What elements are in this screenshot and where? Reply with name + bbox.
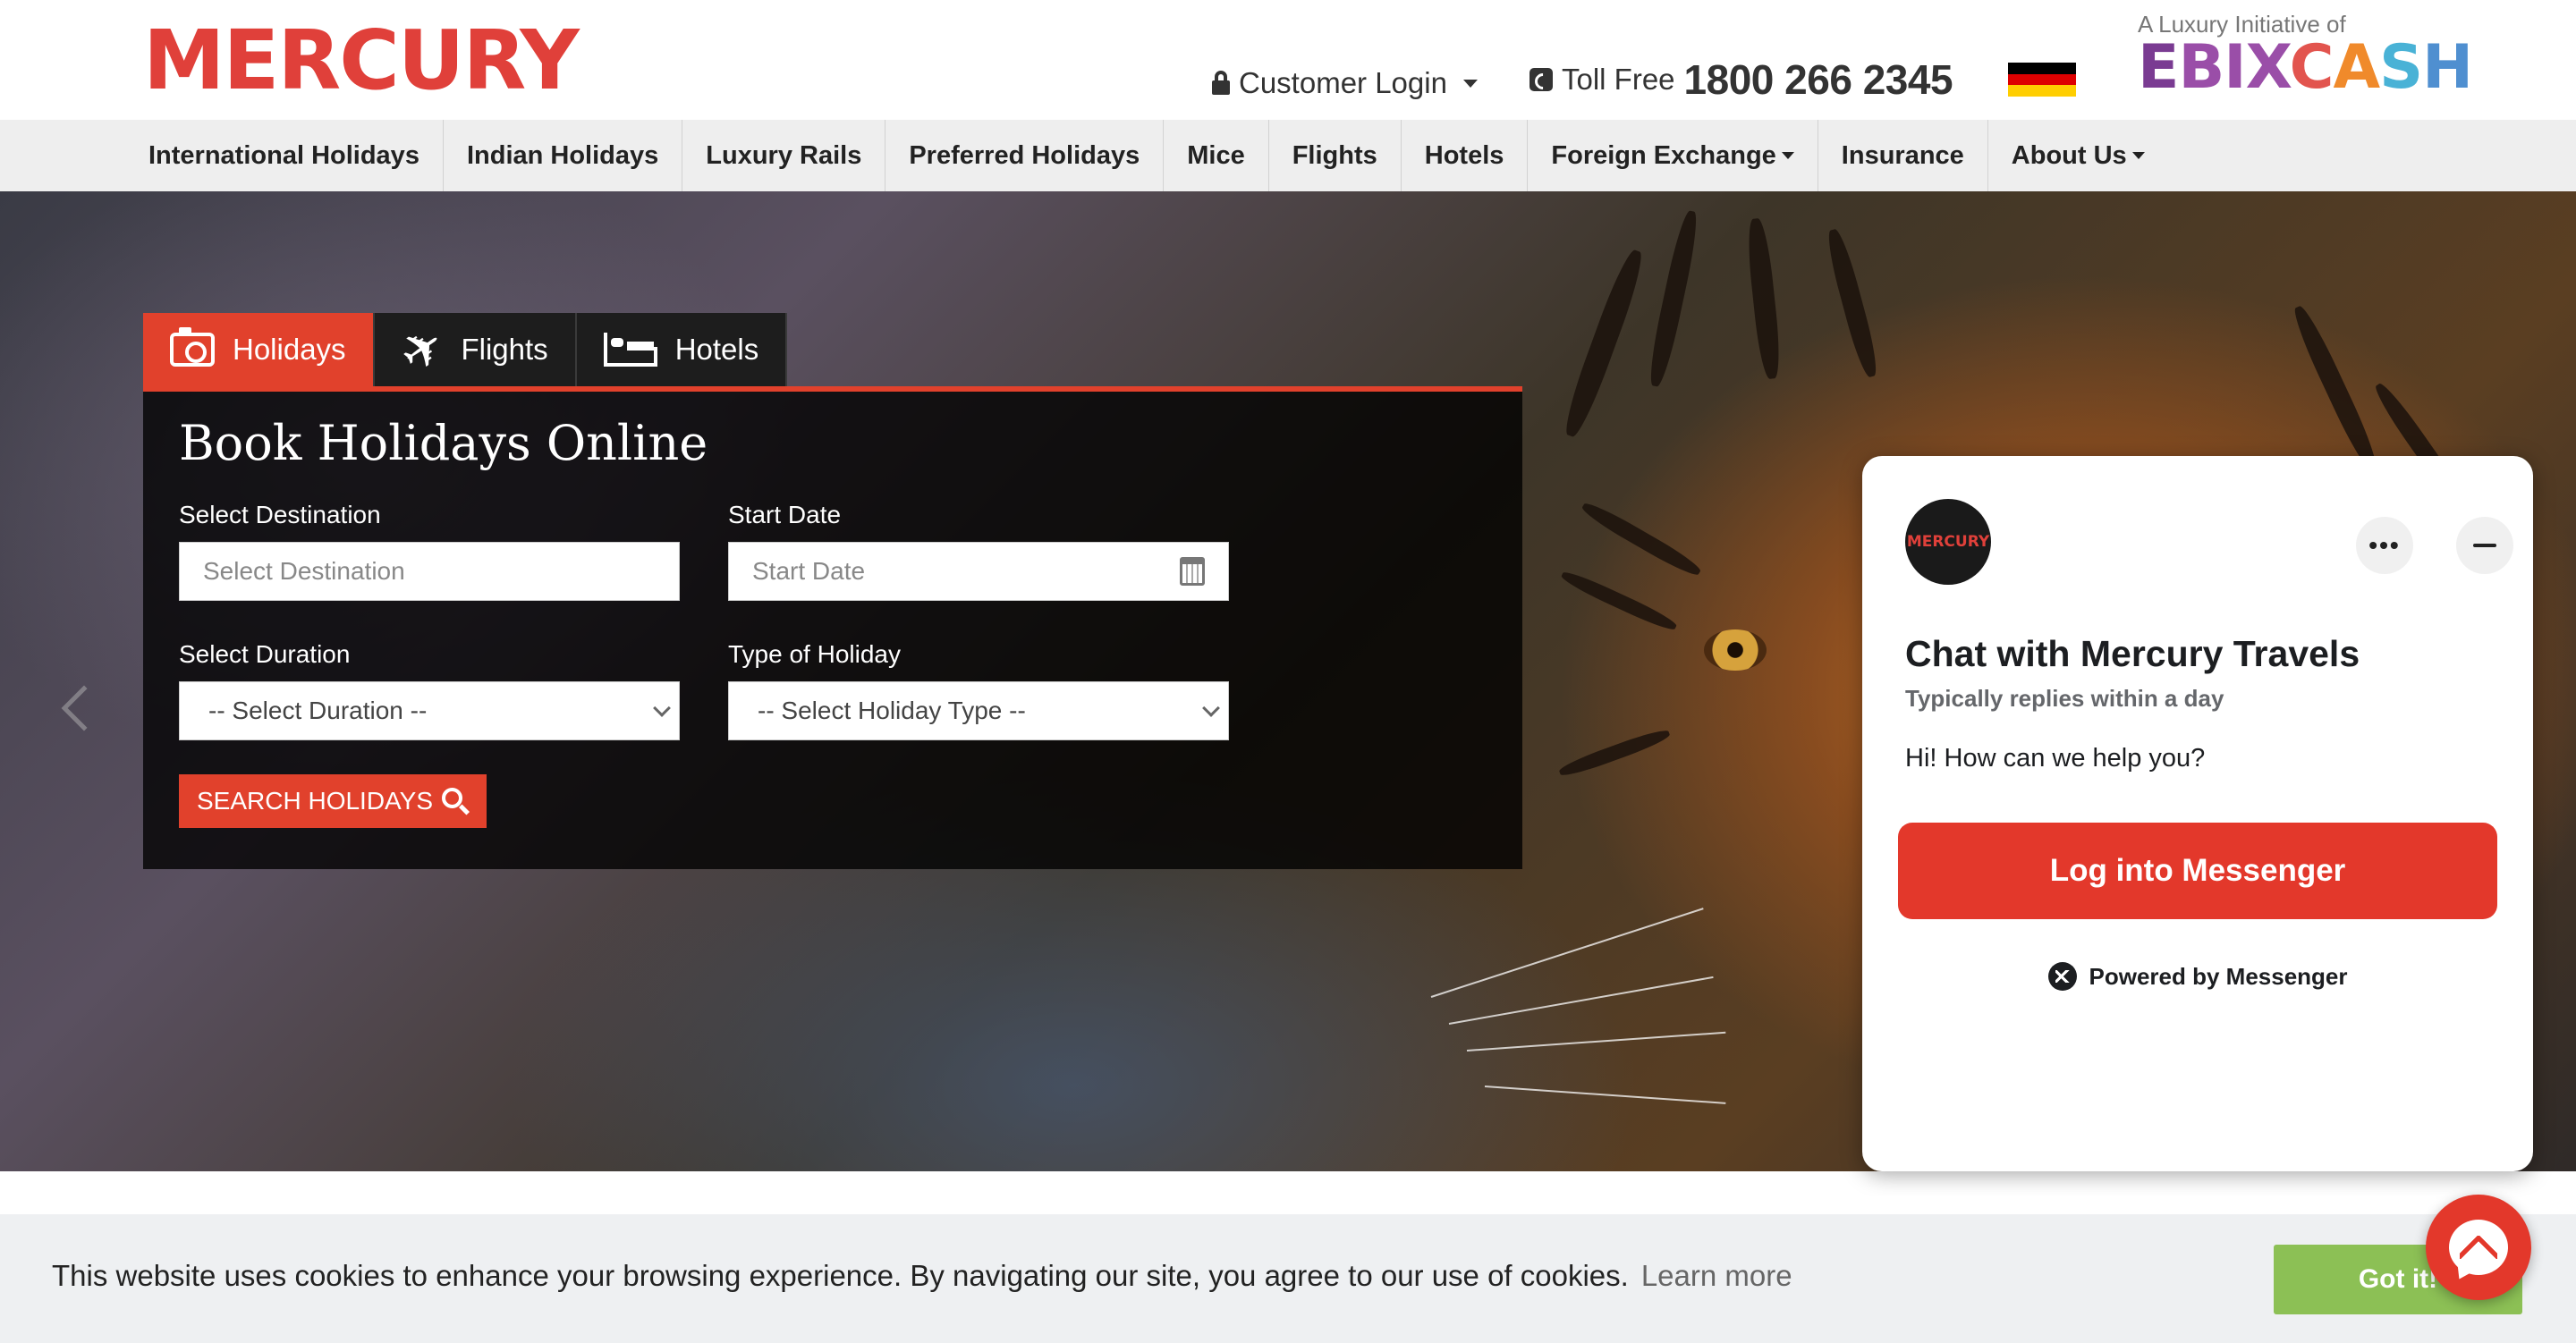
tab-holidays[interactable]: Holidays [143, 313, 375, 386]
chevron-down-icon [653, 699, 671, 717]
duration-label: Select Duration [179, 640, 351, 668]
tiger-stripe [1559, 568, 1679, 634]
camera-icon [170, 327, 215, 367]
toll-free-number[interactable]: 1800 266 2345 [1684, 55, 1953, 104]
nav-insurance[interactable]: Insurance [1818, 120, 1988, 191]
tiger-stripe [1559, 247, 1648, 440]
more-options-icon[interactable]: ••• [2356, 517, 2413, 574]
search-icon [442, 788, 470, 815]
tiger-stripe [2288, 302, 2383, 474]
whisker [1466, 1031, 1726, 1052]
tiger-stripe [1579, 498, 1704, 580]
ebixcash-logo[interactable]: EBIXCASH [2138, 38, 2473, 98]
chat-title: Chat with Mercury Travels [1905, 633, 2360, 674]
nav-about-us[interactable]: About Us [1988, 120, 2168, 191]
main-nav: International Holidays Indian Holidays L… [0, 120, 2576, 191]
nav-luxury-rails[interactable]: Luxury Rails [682, 120, 886, 191]
start-date-label: Start Date [728, 501, 842, 528]
messenger-icon [2449, 1220, 2508, 1275]
messenger-launcher-button[interactable] [2426, 1195, 2531, 1300]
holiday-type-select[interactable]: -- Select Holiday Type -- [728, 681, 1229, 740]
duration-select[interactable]: -- Select Duration -- [179, 681, 680, 740]
booking-title: Book Holidays Online [179, 415, 708, 471]
nav-mice[interactable]: Mice [1164, 120, 1269, 191]
toll-free-label: Toll Free [1562, 63, 1675, 96]
caret-down-icon [1781, 152, 1794, 159]
minimize-icon[interactable] [2456, 517, 2513, 574]
nav-international-holidays[interactable]: International Holidays [125, 120, 444, 191]
whisker [1448, 976, 1714, 1025]
site-header: MERCURY Customer Login Toll Free 1800 26… [0, 0, 2576, 120]
powered-by-messenger[interactable]: Powered by Messenger [1862, 962, 2533, 991]
destination-input[interactable]: Select Destination [179, 542, 680, 601]
tiger-stripe [1823, 227, 1882, 379]
customer-login-label: Customer Login [1239, 66, 1447, 99]
bed-icon [603, 333, 657, 367]
messenger-chat-window: MERCURY ••• Chat with Mercury Travels Ty… [1862, 456, 2533, 1171]
messenger-icon [2047, 962, 2077, 991]
german-flag-icon[interactable] [2008, 63, 2076, 97]
tiger-eye [1704, 629, 1767, 671]
customer-login-dropdown[interactable]: Customer Login [1212, 66, 1478, 100]
nav-foreign-exchange[interactable]: Foreign Exchange [1528, 120, 1818, 191]
phone-icon [1530, 68, 1553, 91]
booking-panel: Book Holidays Online Select Destination … [143, 386, 1522, 869]
mercury-logo[interactable]: MERCURY [143, 20, 580, 102]
tab-hotels[interactable]: Hotels [576, 313, 788, 386]
search-holidays-button[interactable]: SEARCH HOLIDAYS [179, 774, 487, 828]
toll-free-contact[interactable]: Toll Free 1800 266 2345 [1530, 55, 1953, 104]
log-into-messenger-button[interactable]: Log into Messenger [1898, 823, 2497, 919]
chevron-down-icon [1202, 699, 1220, 717]
carousel-prev-arrow[interactable] [61, 685, 107, 731]
cookie-banner: This website uses cookies to enhance you… [0, 1214, 2576, 1343]
holiday-type-label: Type of Holiday [728, 640, 901, 668]
cookie-message: This website uses cookies to enhance you… [52, 1259, 1792, 1292]
calendar-icon[interactable] [1180, 557, 1205, 586]
nav-hotels[interactable]: Hotels [1402, 120, 1529, 191]
tab-flights[interactable]: ✈ Flights [374, 313, 577, 386]
chat-subtitle: Typically replies within a day [1905, 685, 2224, 712]
whisker [1484, 1085, 1726, 1104]
caret-down-icon [2131, 152, 2145, 159]
start-date-input[interactable]: Start Date [728, 542, 1229, 601]
destination-label: Select Destination [179, 501, 381, 528]
plane-icon: ✈ [388, 314, 456, 384]
caret-down-icon [1462, 79, 1478, 88]
tiger-stripe [1557, 726, 1672, 780]
tiger-stripe [1744, 217, 1784, 380]
chat-greeting: Hi! How can we help you? [1905, 744, 2206, 773]
lock-icon [1212, 71, 1230, 96]
tiger-stripe [1645, 208, 1702, 389]
learn-more-link[interactable]: Learn more [1641, 1259, 1792, 1292]
booking-tabs: Holidays ✈ Flights Hotels [143, 313, 788, 386]
nav-flights[interactable]: Flights [1269, 120, 1402, 191]
nav-preferred-holidays[interactable]: Preferred Holidays [886, 120, 1165, 191]
avatar: MERCURY [1905, 499, 1991, 585]
nav-indian-holidays[interactable]: Indian Holidays [444, 120, 683, 191]
